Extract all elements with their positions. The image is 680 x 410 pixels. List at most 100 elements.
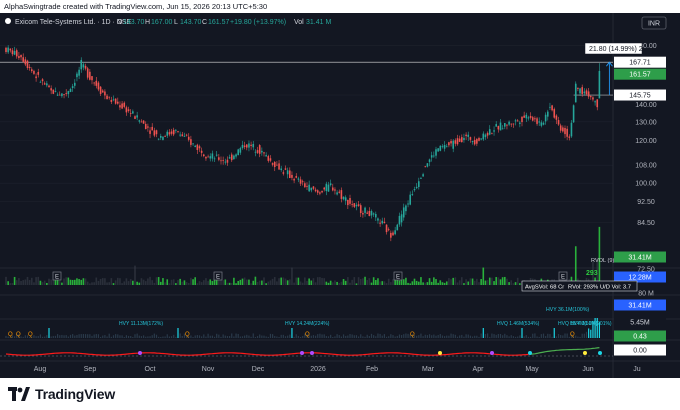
volume-bar [347, 277, 349, 285]
currency-label: INR [648, 21, 660, 28]
indicator-bar [588, 328, 590, 338]
indicator-bar [332, 336, 334, 338]
candle-body [185, 134, 188, 136]
candle-body [428, 159, 431, 163]
volume-bar [289, 279, 291, 285]
candle-body [336, 192, 338, 195]
candle-body [74, 82, 76, 86]
candle-body [392, 232, 394, 236]
indicator-bar [211, 335, 213, 338]
indicator-bar [239, 336, 241, 338]
indicator-bar [82, 334, 84, 338]
volume-bar [207, 281, 209, 285]
legend: Exicom Tele-Systems Ltd. · 1D · NSE O 14… [5, 18, 331, 26]
candle-body [101, 90, 104, 93]
candle-body [450, 141, 452, 144]
candle-body [93, 82, 95, 84]
candle-body [321, 190, 323, 193]
footer: TradingView [0, 378, 680, 410]
price-chart[interactable]: HVY 11.13M(172%) HVY 14.24M(224%) HVQ 1.46… [0, 13, 680, 378]
indicator-bar [542, 333, 545, 338]
legend-close: 161.57 [208, 19, 230, 26]
volume-bar [439, 280, 442, 285]
tradingview-logo[interactable]: TradingView [8, 385, 115, 403]
indicator-bar [420, 333, 422, 338]
candle-body [596, 99, 599, 108]
indicator-bar [377, 333, 379, 338]
volume-bar [71, 279, 74, 285]
q-marker: Q [185, 332, 190, 338]
volume-bar [181, 281, 184, 285]
volume-bar [415, 280, 418, 285]
candle-body [52, 89, 55, 94]
candle-body [41, 79, 44, 82]
oscillator-line-up [530, 347, 600, 355]
measure-label: 21.80 (14.99%) 2 [589, 46, 643, 53]
volume-bar [265, 283, 267, 285]
indicator-bar [102, 335, 104, 338]
candle-body [248, 143, 250, 148]
volume-bar [276, 281, 278, 285]
indicator-bar [353, 335, 355, 338]
indicator-bar [91, 335, 93, 338]
candle-body [56, 94, 59, 96]
indicator-bar [246, 334, 248, 338]
candle-body [402, 207, 405, 218]
candle-body [33, 70, 35, 74]
volume-bar [147, 278, 149, 285]
oscillator-dot [300, 351, 304, 355]
candle-body [334, 189, 336, 191]
volume-bar [233, 277, 235, 285]
indicator-bar [173, 334, 175, 338]
indicator-bar [441, 335, 444, 338]
indicator-bar [48, 328, 50, 338]
candle-body [508, 121, 510, 125]
indicator-bar [461, 334, 463, 338]
volume-bar [476, 278, 478, 285]
indicator-bar [261, 335, 263, 338]
indicator-bar [325, 336, 327, 338]
candle-body [144, 123, 147, 130]
candle-body [230, 154, 233, 161]
indicator-bar [512, 336, 514, 338]
oscillator-dot [310, 351, 314, 355]
legend-l-label: L [174, 19, 178, 26]
indicator-bar [110, 336, 112, 338]
volume-bar [192, 279, 194, 285]
volume-bar [497, 277, 500, 285]
candle-body [572, 105, 575, 123]
volume-bar [458, 280, 461, 285]
candle-body [306, 186, 308, 187]
volume-bar [506, 278, 508, 285]
price-tick: 140.00 [635, 102, 657, 109]
indicator-bar [50, 336, 52, 338]
candle-body [13, 50, 16, 55]
attribution-bar: AlphaSwingtrade created with TradingView… [0, 0, 680, 13]
candle-body [370, 211, 373, 216]
candle-body [540, 122, 543, 126]
candle-body [469, 137, 472, 140]
volume-bar [437, 282, 439, 285]
earnings-label: E [55, 275, 59, 281]
indicator-bar [370, 333, 373, 338]
indicator-bar [252, 333, 254, 338]
candle-body [194, 145, 196, 148]
volume-bar [37, 276, 40, 285]
indicator-bar [532, 333, 534, 338]
indicator-bar [428, 334, 431, 338]
candle-body [590, 96, 592, 98]
candle-body [495, 124, 497, 127]
badge-volume-last: 31.41M [628, 255, 652, 262]
candle-body [353, 203, 356, 207]
indicator-bar [381, 335, 383, 338]
indicator-bar [504, 333, 506, 338]
indicator-bar [33, 335, 35, 338]
volume-bar [286, 280, 289, 285]
volume-bar [69, 279, 72, 285]
volume-bar [95, 277, 98, 285]
indicator-bar [459, 335, 461, 338]
candle-body [297, 178, 300, 180]
candle-body [579, 88, 581, 94]
chart-area[interactable]: HVY 11.13M(172%) HVY 14.24M(224%) HVQ 1.46… [0, 13, 680, 378]
candle-body [200, 150, 203, 153]
